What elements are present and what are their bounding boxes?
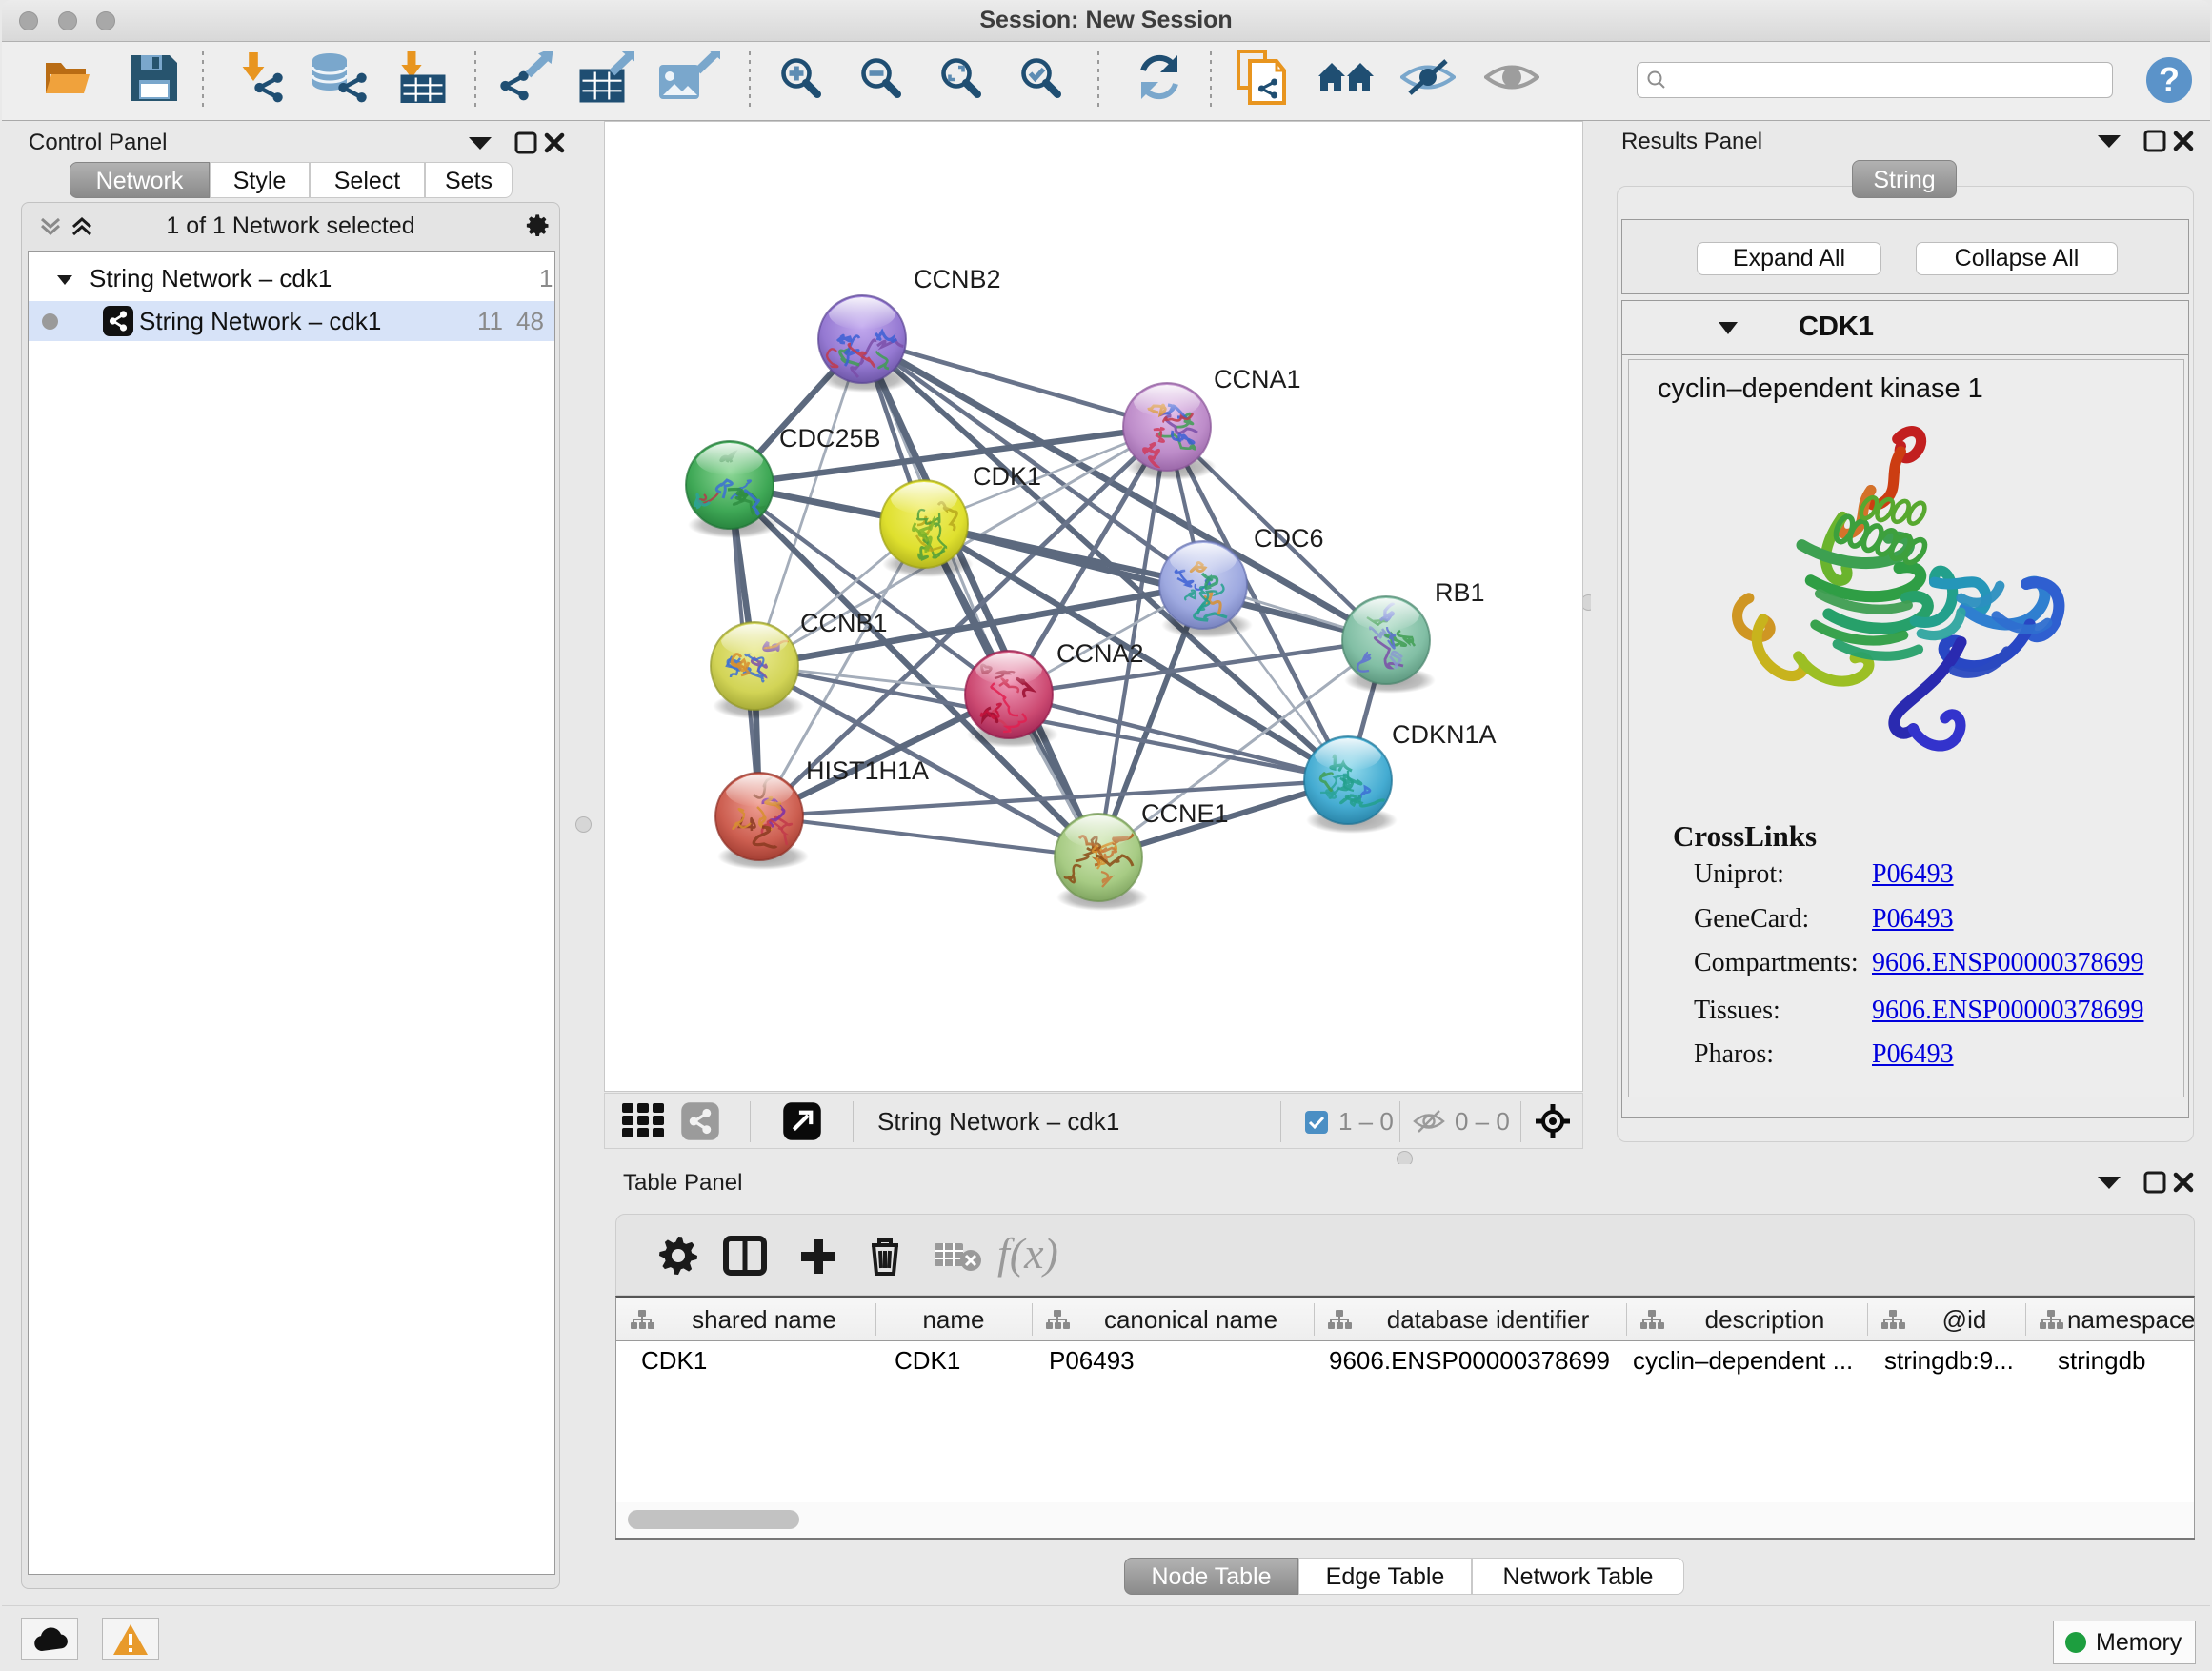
svg-text:CCNA2: CCNA2 xyxy=(1056,639,1144,668)
svg-text:CCNA1: CCNA1 xyxy=(1214,365,1301,393)
svg-text:CCNB2: CCNB2 xyxy=(914,265,1001,293)
svg-text:CDKN1A: CDKN1A xyxy=(1392,720,1497,749)
svg-text:CDC6: CDC6 xyxy=(1254,524,1324,553)
svg-text:CCNB1: CCNB1 xyxy=(800,609,888,637)
svg-text:CDC25B: CDC25B xyxy=(779,424,881,453)
svg-text:?: ? xyxy=(2159,60,2180,99)
svg-text:CCNE1: CCNE1 xyxy=(1141,799,1229,828)
svg-text:RB1: RB1 xyxy=(1435,578,1485,607)
svg-text:CDK1: CDK1 xyxy=(973,462,1041,491)
svg-text:HIST1H1A: HIST1H1A xyxy=(806,756,929,785)
